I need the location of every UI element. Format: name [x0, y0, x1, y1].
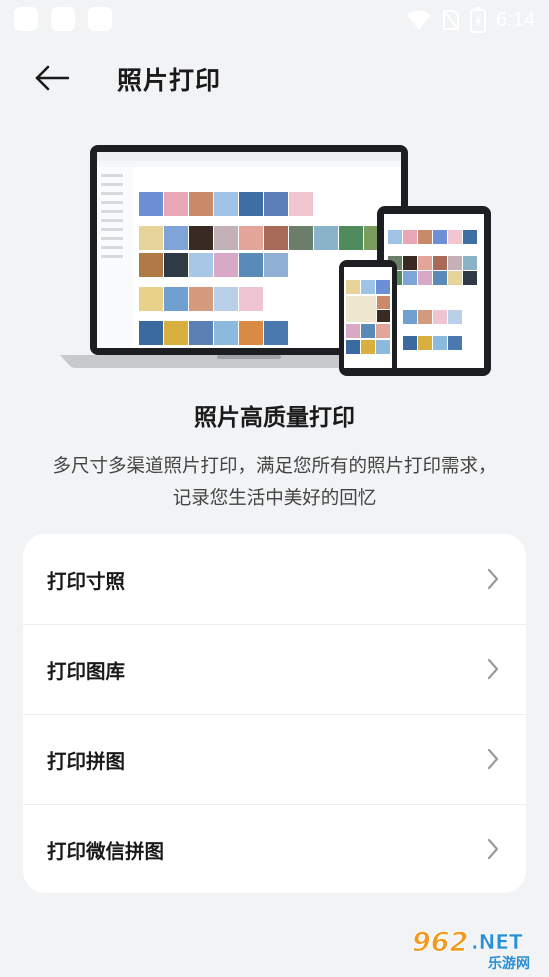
promo-title: 照片高质量打印	[194, 405, 355, 431]
notification-icon	[14, 7, 38, 31]
no-sim-icon	[442, 9, 460, 31]
menu-item-label: 打印拼图	[47, 749, 126, 773]
phone-image	[339, 260, 397, 376]
wifi-icon	[407, 10, 432, 30]
promo-description: 多尺寸多渠道照片打印，满足您所有的照片打印需求， 记录您生活中美好的回忆	[14, 451, 535, 515]
site-watermark-logo: 962 .NET 乐游网	[412, 927, 531, 972]
menu-item-print-gallery[interactable]: 打印图库	[23, 624, 526, 714]
arrow-left-icon	[35, 65, 69, 91]
menu-item-label: 打印图库	[47, 659, 126, 683]
chevron-right-icon	[487, 838, 499, 860]
print-options-card: 打印寸照 打印图库 打印拼图 打印微信拼图	[23, 534, 526, 893]
status-bar: 6:14	[0, 0, 549, 40]
svg-text:乐游网: 乐游网	[488, 955, 530, 971]
battery-charging-icon	[470, 7, 487, 33]
menu-item-label: 打印微信拼图	[47, 839, 165, 863]
chevron-right-icon	[487, 748, 499, 770]
chevron-right-icon	[487, 568, 499, 590]
menu-item-print-id-photo[interactable]: 打印寸照	[23, 534, 526, 624]
menu-item-print-collage[interactable]: 打印拼图	[23, 714, 526, 804]
promo-description-line: 记录您生活中美好的回忆	[172, 488, 377, 509]
chevron-right-icon	[487, 658, 499, 680]
svg-text:962: 962	[412, 927, 468, 958]
menu-item-print-wechat-collage[interactable]: 打印微信拼图	[23, 804, 526, 893]
notification-icon	[51, 7, 75, 31]
back-button[interactable]	[30, 58, 74, 98]
svg-text:.NET: .NET	[471, 930, 523, 954]
devices-illustration	[60, 145, 491, 376]
page-title: 照片打印	[117, 66, 222, 95]
app-header: 照片打印	[0, 50, 549, 106]
notification-icon	[88, 7, 112, 31]
menu-item-label: 打印寸照	[47, 569, 126, 593]
promo-description-line: 多尺寸多渠道照片打印，满足您所有的照片打印需求，	[52, 456, 497, 477]
status-time: 6:14	[496, 8, 535, 31]
